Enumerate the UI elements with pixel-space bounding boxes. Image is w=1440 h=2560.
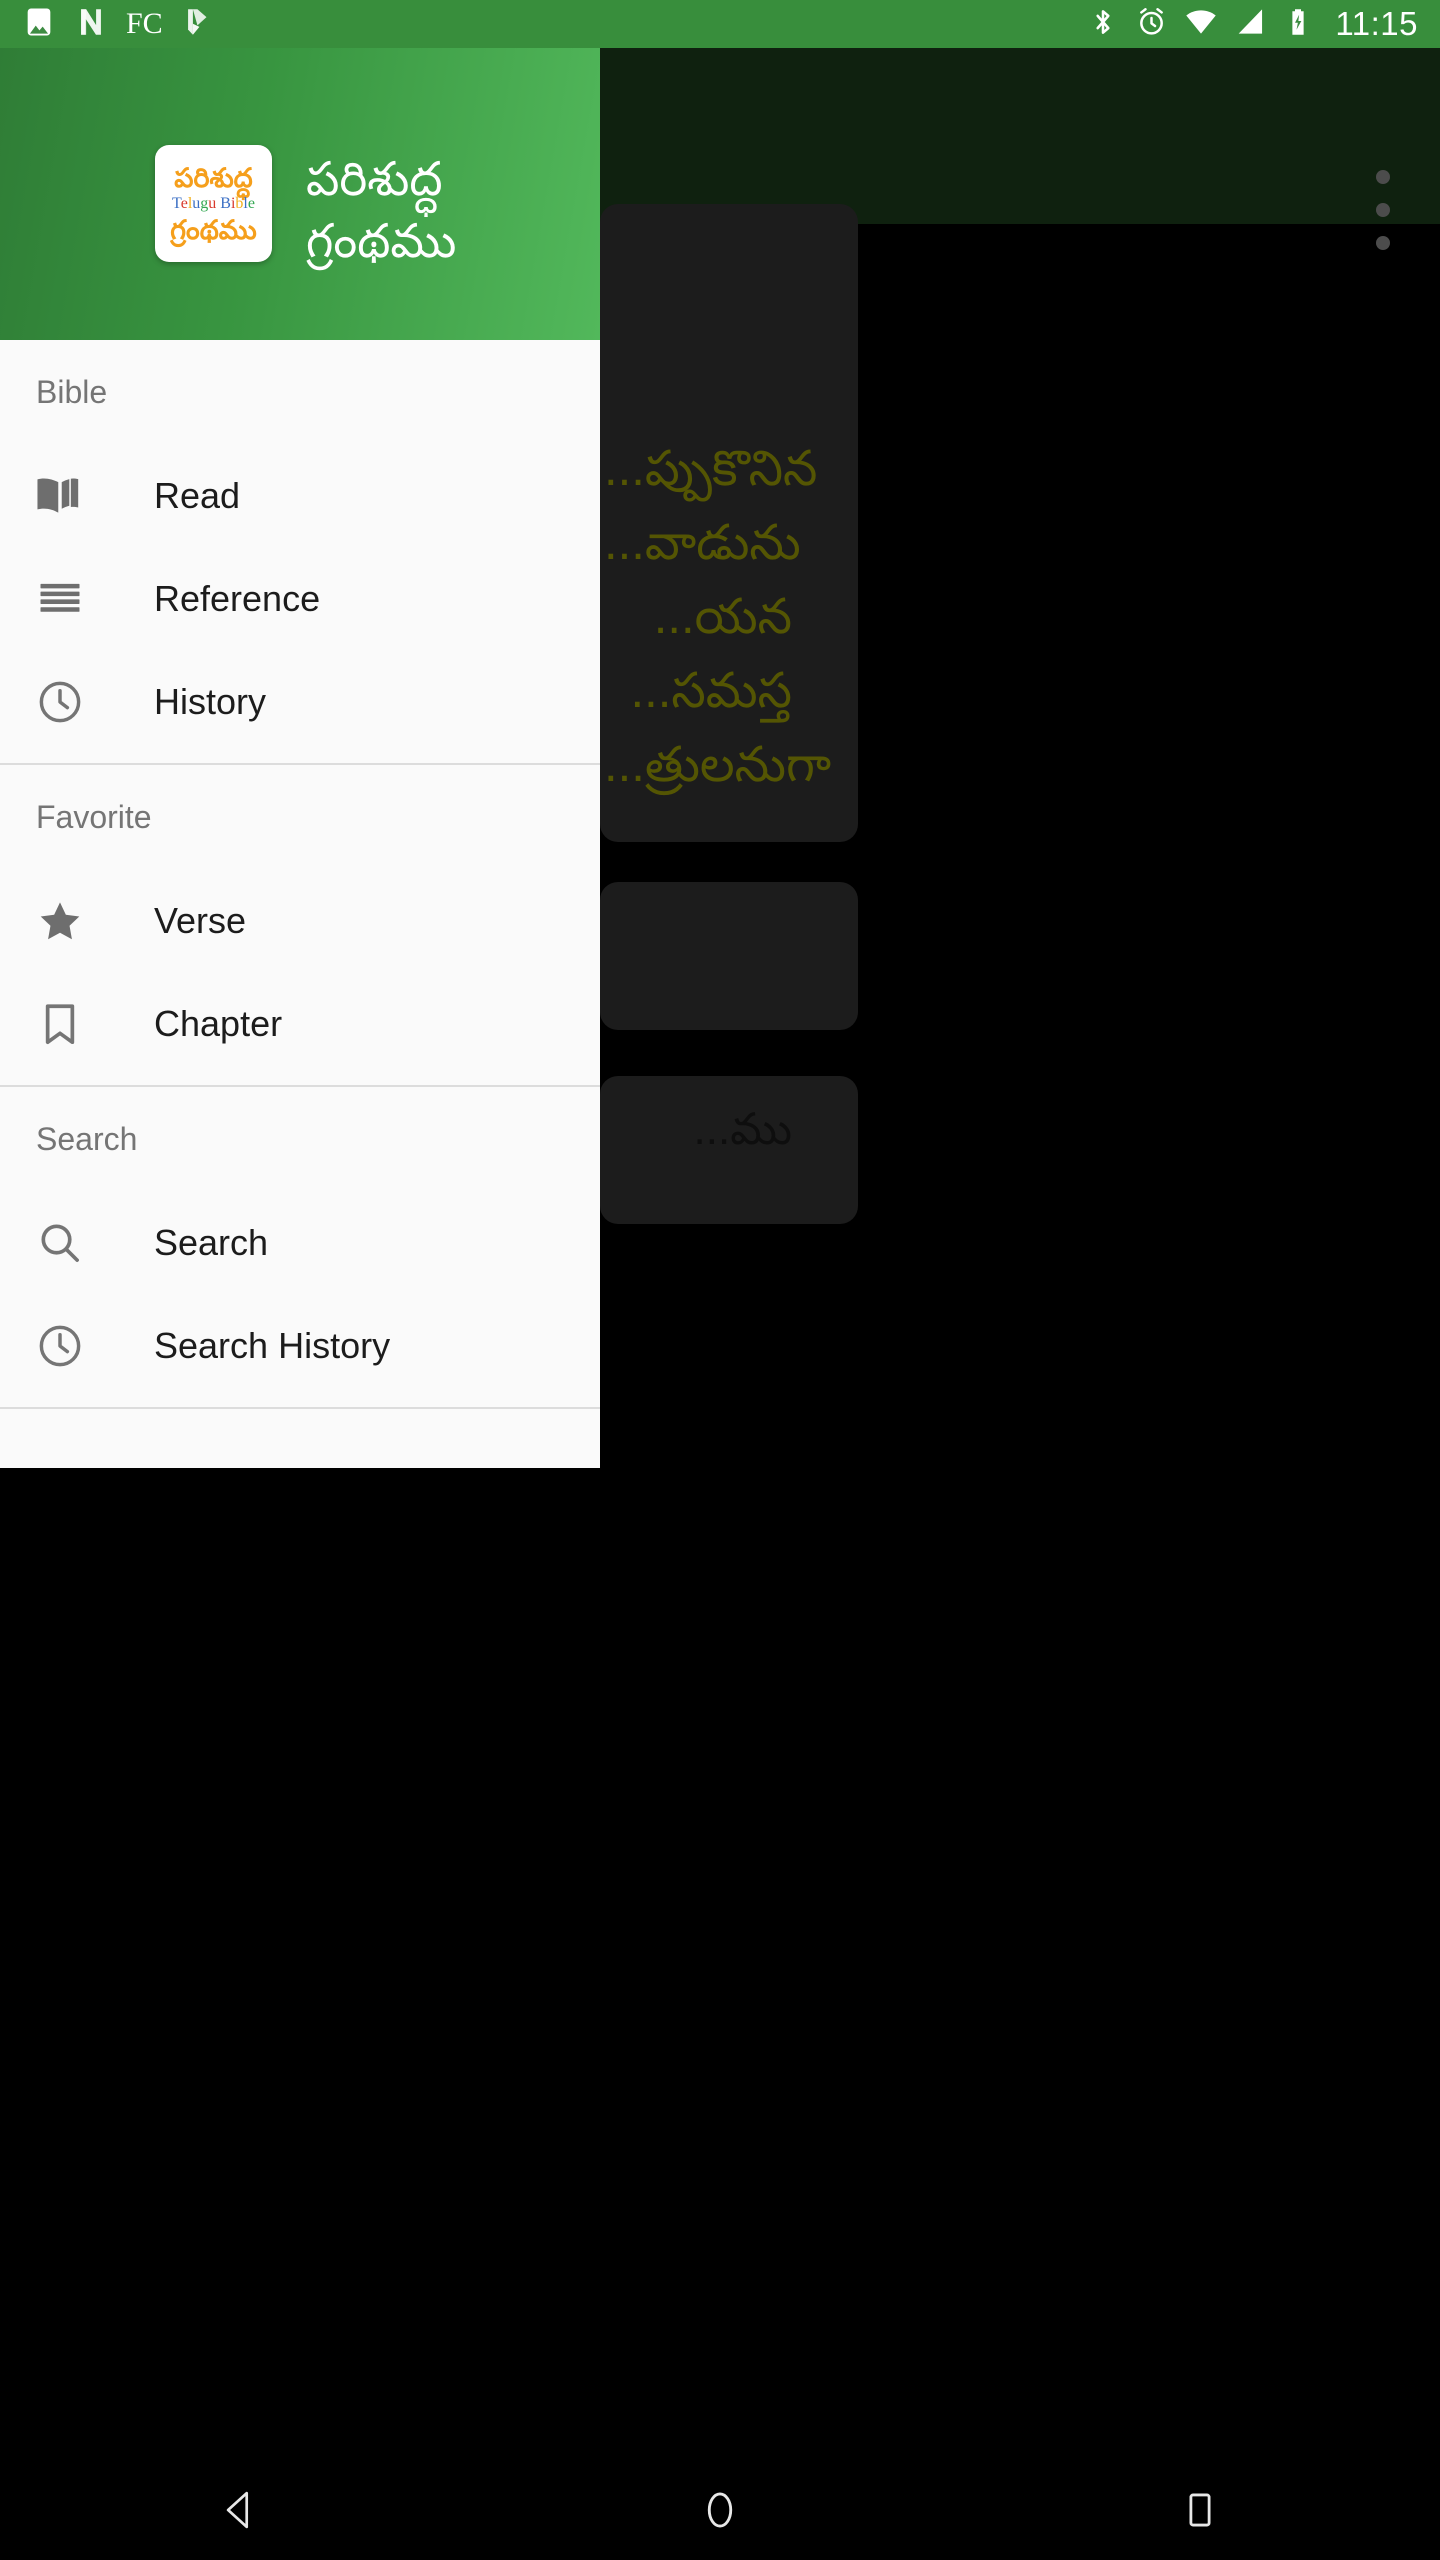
verse-card-text: ...ప్పుకొనిన ...వాడును ...యన ...సమస్త ..…	[604, 442, 832, 792]
drawer-menu: Bible Read Reference History Favorite Ve…	[0, 340, 600, 1451]
nav-label-history: History	[154, 680, 267, 722]
status-bar-system-icons: 11:15	[1087, 5, 1418, 44]
nav-label-search: Search	[154, 1221, 269, 1263]
clock-icon	[32, 1318, 88, 1374]
app-logo: పరిశుద్ధ Telugu Bible గ్రంథము	[155, 145, 272, 262]
verse-card-text: ...ము	[693, 1105, 792, 1154]
logo-line-2: Telugu Bible	[172, 194, 255, 212]
status-bar-notification-icons: FC	[22, 5, 215, 44]
drawer-title-line-2: గ్రంథము	[306, 214, 457, 267]
nav-item-search[interactable]: Search	[0, 1191, 600, 1294]
phone-screen: ...ప్పుకొనిన ...వాడును ...యన ...సమస్త ..…	[0, 0, 1440, 2560]
magnifier-icon	[32, 1215, 88, 1271]
nav-item-read[interactable]: Read	[0, 444, 600, 547]
status-bar: FC 11:15	[0, 0, 1440, 48]
open-book-icon	[32, 468, 88, 524]
status-bar-clock: 11:15	[1335, 5, 1418, 42]
section-label-bible: Bible	[36, 373, 108, 410]
nav-item-reference[interactable]: Reference	[0, 547, 600, 650]
nav-label-search-history: Search History	[154, 1324, 391, 1366]
drawer-bottom-spacer	[0, 1409, 600, 1451]
section-label-favorite: Favorite	[36, 798, 152, 835]
fc-icon: FC	[126, 7, 163, 40]
navigation-drawer: పరిశుద్ధ Telugu Bible గ్రంథము పరిశుద్ధ గ…	[0, 48, 600, 1468]
signal-icon	[1234, 5, 1267, 43]
verse-card[interactable]	[600, 882, 858, 1030]
nav-label-read: Read	[154, 474, 241, 516]
bluetooth-icon	[1087, 6, 1119, 43]
more-vert-icon[interactable]	[1368, 170, 1398, 250]
bookmark-icon	[32, 996, 88, 1052]
drawer-app-title: పరిశుద్ధ గ్రంథము	[306, 148, 586, 272]
nav-item-history[interactable]: History	[0, 650, 600, 753]
logo-line-3: గ్రంథము	[170, 214, 257, 245]
recents-square-icon[interactable]	[960, 2460, 1440, 2560]
nav-label-chapter: Chapter	[154, 1002, 283, 1044]
nav-label-verse: Verse	[154, 899, 247, 941]
nova-n-icon	[74, 5, 108, 44]
wifi-icon	[1184, 5, 1218, 44]
check-mark-icon	[181, 5, 215, 44]
logo-line-1: పరిశుద్ధ	[174, 162, 253, 193]
nav-label-reference: Reference	[154, 577, 321, 619]
system-navigation-bar	[0, 2460, 1440, 2560]
nav-item-chapter[interactable]: Chapter	[0, 972, 600, 1075]
battery-charging-icon	[1283, 7, 1313, 42]
photo-icon	[22, 5, 56, 44]
star-icon	[32, 893, 88, 949]
alarm-icon	[1135, 5, 1168, 43]
section-label-search: Search	[36, 1120, 138, 1157]
nav-item-search-history[interactable]: Search History	[0, 1294, 600, 1397]
drawer-title-line-1: పరిశుద్ధ	[306, 152, 443, 205]
list-lines-icon	[32, 571, 88, 627]
home-circle-icon[interactable]	[480, 2460, 960, 2560]
back-triangle-icon[interactable]	[0, 2460, 480, 2560]
clock-icon	[32, 674, 88, 730]
drawer-header: పరిశుద్ధ Telugu Bible గ్రంథము పరిశుద్ధ గ…	[0, 48, 600, 340]
nav-item-verse[interactable]: Verse	[0, 869, 600, 972]
